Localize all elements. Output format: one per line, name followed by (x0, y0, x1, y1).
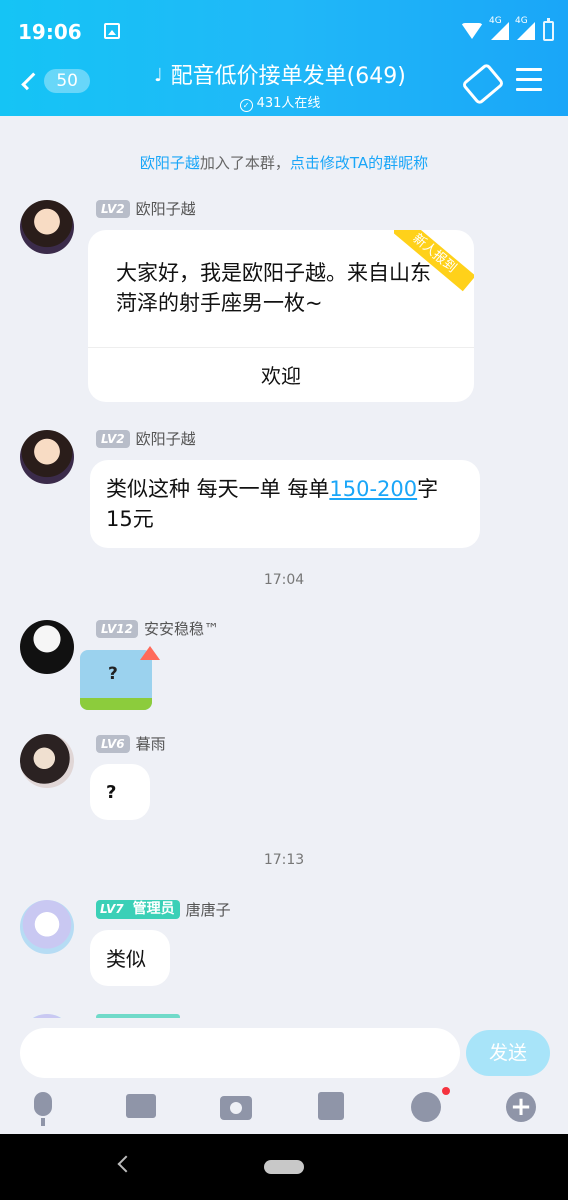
menu-icon[interactable] (516, 68, 542, 98)
emoji-icon[interactable] (411, 1092, 441, 1122)
level-badge: LV12 (96, 619, 138, 638)
join-notice: 欧阳子越加入了本群，点击修改TA的群昵称 (0, 152, 568, 173)
message-text: 类似 (106, 947, 146, 971)
wifi-icon (461, 23, 483, 39)
message-meta: LV7 管理员 唐唐子 (96, 899, 231, 920)
input-bar: 发送 + (0, 1018, 568, 1134)
sticker-grass (80, 698, 152, 710)
microphone-icon[interactable] (34, 1092, 52, 1116)
nav-home-button[interactable] (264, 1160, 304, 1174)
signal-icon-2 (517, 22, 535, 40)
unread-count-badge: 50 (44, 69, 90, 93)
sender-name[interactable]: 欧阳子越 (136, 428, 196, 449)
chat-title-area[interactable]: ♩ 配音低价接单发单(649) ✓ 431人在线 (130, 58, 430, 112)
back-button[interactable]: 50 (20, 66, 90, 96)
message-meta: LV2 欧阳子越 (96, 198, 196, 219)
status-bar: 19:06 4G 4G (0, 0, 568, 62)
avatar[interactable] (20, 734, 74, 788)
join-notice-text: 加入了本群， (199, 154, 290, 172)
edit-nickname-link[interactable]: 点击修改TA的群昵称 (290, 154, 428, 172)
battery-icon (543, 18, 554, 41)
ear-icon: ♩ (154, 65, 163, 86)
timestamp: 17:13 (263, 852, 305, 868)
camera-lens (230, 1102, 242, 1114)
level-badge: LV2 (96, 199, 130, 218)
kite-icon (140, 646, 160, 660)
level-badge: LV7 (96, 900, 128, 919)
role-badge: 管理员 (127, 900, 180, 919)
chevron-left-icon (21, 72, 40, 90)
sticker-text: ? (108, 664, 118, 684)
online-count: 431人在线 (256, 96, 321, 111)
admin-badge: LV7 管理员 (96, 900, 180, 919)
nav-back-button[interactable] (117, 1155, 135, 1173)
send-button[interactable]: 发送 (466, 1030, 550, 1076)
message-bubble[interactable]: 类似这种 每天一单 每单150-200字 15元 (90, 460, 480, 548)
status-time: 19:06 (18, 20, 82, 44)
divider (88, 347, 474, 348)
chat-area[interactable]: 欧阳子越加入了本群，点击修改TA的群昵称 LV2 欧阳子越 新人报到 大家好，我… (0, 116, 568, 1018)
message-meta: LV6 暮雨 (96, 733, 166, 754)
ticket-icon[interactable] (460, 62, 506, 106)
message-text: ? (106, 782, 117, 803)
avatar[interactable] (20, 620, 74, 674)
message-bubble[interactable]: ? (90, 764, 150, 820)
message-text: 类似这种 每天一单 每单 (106, 477, 330, 501)
avatar[interactable] (20, 900, 74, 954)
system-icons: 4G 4G (461, 16, 554, 42)
sender-name[interactable]: 安安稳稳™ (144, 618, 219, 639)
check-circle-icon: ✓ (239, 99, 253, 112)
image-notification-icon (104, 23, 120, 39)
avatar[interactable] (20, 430, 74, 484)
avatar[interactable] (20, 200, 74, 254)
notification-dot (442, 1087, 450, 1095)
microphone-stand (41, 1118, 45, 1126)
app-header: 19:06 4G 4G 50 ♩ 配音低价接单发单(649) ✓ 431人在线 (0, 0, 568, 116)
join-notice-name[interactable]: 欧阳子越 (140, 154, 200, 172)
system-nav-bar (0, 1134, 568, 1200)
message-bubble[interactable]: 类似 (90, 930, 170, 986)
level-badge: LV2 (96, 429, 130, 448)
signal-icon-1 (491, 22, 509, 40)
page-title: 配音低价接单发单(649) (170, 64, 406, 89)
red-packet-icon[interactable] (318, 1092, 344, 1120)
sender-name[interactable]: 暮雨 (136, 733, 166, 754)
message-link[interactable]: 150-200 (329, 477, 417, 501)
message-meta: LV12 安安稳稳™ (96, 618, 219, 639)
welcome-button[interactable]: 欢迎 (88, 360, 474, 389)
new-member-card[interactable]: 新人报到 大家好，我是欧阳子越。来自山东菏泽的射手座男一枚~ 欢迎 (88, 230, 474, 402)
timestamp: 17:04 (263, 572, 305, 588)
image-icon[interactable] (126, 1094, 156, 1118)
card-message: 大家好，我是欧阳子越。来自山东菏泽的射手座男一枚~ (116, 261, 431, 315)
level-badge: LV6 (96, 734, 130, 753)
plus-icon[interactable]: + (506, 1092, 536, 1122)
message-input[interactable] (20, 1028, 460, 1078)
sender-name[interactable]: 欧阳子越 (136, 198, 196, 219)
message-meta: LV2 欧阳子越 (96, 428, 196, 449)
sender-name[interactable]: 唐唐子 (186, 899, 231, 920)
